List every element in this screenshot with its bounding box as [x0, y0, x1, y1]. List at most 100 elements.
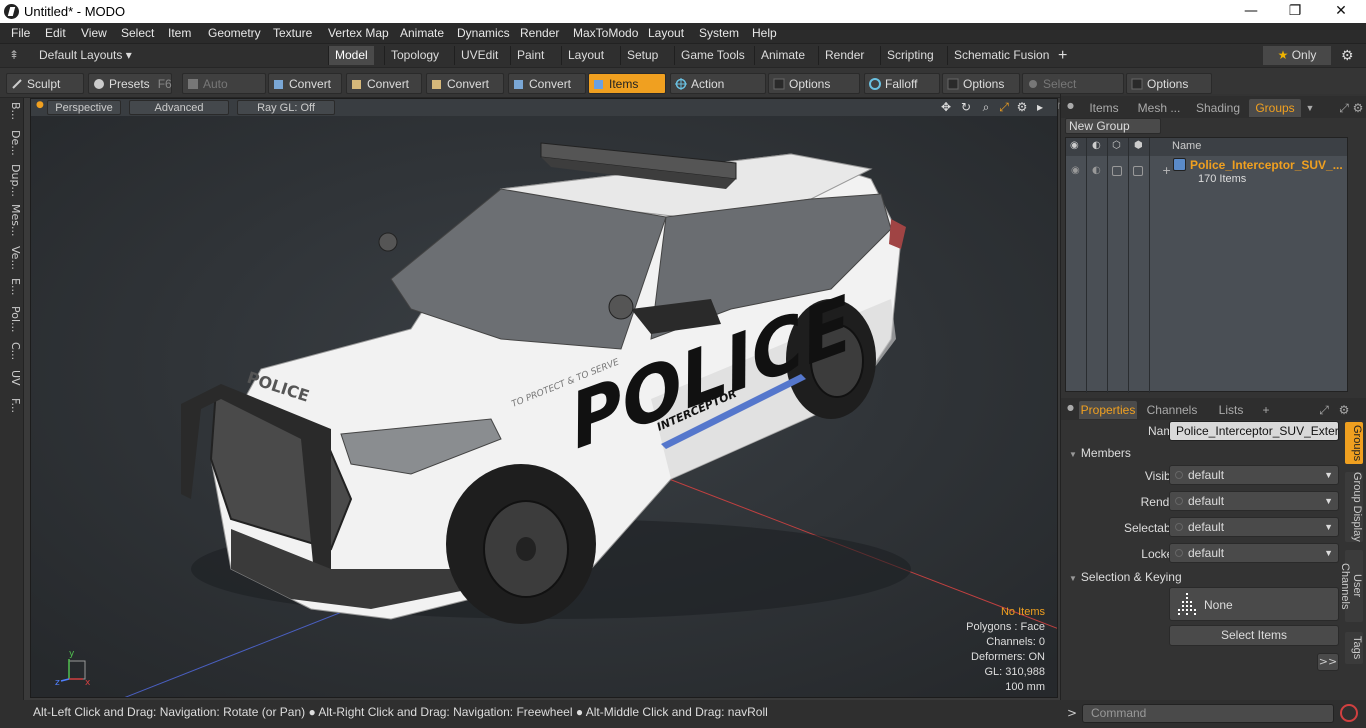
view-type-button[interactable]: Perspective [47, 100, 121, 115]
shading-advanced-button[interactable]: Advanced [129, 100, 229, 115]
group-name-field[interactable]: Police_Interceptor_SUV_Exterior [1169, 421, 1339, 441]
group-row[interactable]: ◉ ◐ + Police_Interceptor_SUV_... 170 Ite… [1066, 156, 1349, 188]
default-layouts-dropdown[interactable]: Default Layouts ▾ [39, 47, 132, 64]
tab-game-tools[interactable]: Game Tools [674, 46, 751, 65]
menu-view[interactable]: View [81, 26, 107, 40]
menu-geometry[interactable]: Geometry [208, 26, 261, 40]
3d-viewport[interactable]: POLICE POLICE TO PROTECT & TO SERVE INTE… [30, 98, 1058, 698]
left-tab-deform[interactable]: De... [2, 130, 22, 156]
left-tab-edge[interactable]: E... [2, 278, 22, 295]
locked-dropdown[interactable]: default ▼ [1169, 543, 1339, 563]
menu-texture[interactable]: Texture [273, 26, 312, 40]
menu-system[interactable]: System [699, 26, 739, 40]
menu-edit[interactable]: Edit [45, 26, 66, 40]
layout-settings-gear-icon[interactable]: ⚙ [1341, 47, 1354, 64]
tab-shading[interactable]: Shading [1191, 99, 1245, 117]
groups-expand-icon[interactable]: ⤢ [1337, 99, 1351, 117]
groups-list[interactable]: ◉ ◐ ⬡ ⬢ Name ◉ ◐ + Police_Interceptor_SU… [1065, 137, 1349, 393]
action-center-button[interactable]: Action Center [670, 73, 766, 112]
convert-button-3[interactable]: Convert [426, 73, 504, 94]
options-button-3[interactable]: Options [1126, 73, 1212, 94]
members-section[interactable]: Members [1069, 446, 1131, 460]
tab-channels[interactable]: Channels [1145, 401, 1199, 419]
options-button-2[interactable]: Options [942, 73, 1020, 94]
options-button-1[interactable]: Options [768, 73, 860, 94]
group-name[interactable]: Police_Interceptor_SUV_... [1190, 158, 1343, 172]
left-tab-uv[interactable]: UV [2, 370, 22, 386]
left-tab-curve[interactable]: C... [2, 342, 22, 360]
viewport-settings-gear-icon[interactable]: ⚙ [1015, 100, 1029, 114]
tab-mesh[interactable]: Mesh ... [1129, 99, 1189, 117]
pan-move-icon[interactable]: ✥ [939, 100, 953, 114]
left-tab-polygon[interactable]: Pol... [2, 306, 22, 333]
row-lock-checkbox[interactable] [1133, 166, 1143, 176]
vtab-tags[interactable]: Tags [1345, 632, 1363, 664]
select-none-button[interactable]: None [1169, 587, 1339, 621]
properties-add-tab-button[interactable]: + [1259, 401, 1273, 419]
fit-view-icon[interactable]: ⤢ [997, 100, 1011, 114]
tab-animate[interactable]: Animate [754, 46, 811, 65]
select-cube-icon[interactable]: ⬡ [1112, 140, 1121, 151]
expand-plus-icon[interactable]: + [1162, 164, 1171, 177]
selection-keying-section[interactable]: Selection & Keying [1069, 570, 1182, 584]
items-button[interactable]: Items [588, 73, 666, 94]
menu-maxtomodo[interactable]: MaxToModo [573, 26, 638, 40]
menu-select[interactable]: Select [121, 26, 154, 40]
vtab-groups[interactable]: Groups [1345, 422, 1363, 464]
left-tab-duplicate[interactable]: Dup... [2, 164, 22, 197]
left-tab-fusion[interactable]: F... [2, 398, 22, 413]
row-visibility-eye-icon[interactable]: ◉ [1071, 165, 1080, 176]
select-items-button[interactable]: Select Items [1169, 625, 1339, 646]
tab-uvedit[interactable]: UVEdit [454, 46, 504, 65]
menu-help[interactable]: Help [752, 26, 777, 40]
tab-scripting[interactable]: Scripting [880, 46, 940, 65]
minimize-button[interactable]: — [1228, 0, 1274, 23]
convert-button-4[interactable]: Convert [508, 73, 586, 94]
viewport-expand-arrow-icon[interactable]: ▸ [1033, 100, 1047, 114]
groups-dropdown-arrow-icon[interactable]: ▼ [1303, 99, 1317, 117]
menu-animate[interactable]: Animate [400, 26, 444, 40]
record-button-icon[interactable] [1340, 704, 1358, 722]
groups-settings-gear-icon[interactable]: ⚙ [1351, 99, 1365, 117]
left-tab-basic[interactable]: B... [2, 102, 22, 120]
convert-button-2[interactable]: Convert [346, 73, 422, 94]
viewport-menu-dot-icon[interactable]: ● [36, 100, 44, 110]
lock-cube-icon[interactable]: ⬢ [1134, 140, 1143, 151]
tab-groups[interactable]: Groups [1249, 99, 1301, 117]
menu-item[interactable]: Item [168, 26, 191, 40]
properties-settings-gear-icon[interactable]: ⚙ [1337, 401, 1351, 419]
new-group-button[interactable]: New Group [1065, 118, 1161, 134]
vtab-user-channels[interactable]: User Channels [1339, 550, 1363, 622]
visibility-eye-icon[interactable]: ◉ [1070, 140, 1079, 151]
tab-topology[interactable]: Topology [384, 46, 445, 65]
layout-pin-icon[interactable]: ⇞ [9, 47, 19, 64]
add-tab-button[interactable]: + [1052, 46, 1073, 65]
render-icon[interactable]: ◐ [1092, 140, 1101, 151]
more-button[interactable]: >> [1317, 653, 1339, 671]
tab-schematic-fusion[interactable]: Schematic Fusion [947, 46, 1055, 65]
tab-render[interactable]: Render [818, 46, 870, 65]
row-render-icon[interactable]: ◐ [1092, 165, 1101, 176]
convert-button-1[interactable]: Convert [268, 73, 342, 94]
only-toggle[interactable]: ★ Only [1263, 46, 1331, 65]
menu-dynamics[interactable]: Dynamics [457, 26, 510, 40]
row-select-checkbox[interactable] [1112, 166, 1122, 176]
tab-setup[interactable]: Setup [620, 46, 664, 65]
raygl-button[interactable]: Ray GL: Off [237, 100, 335, 115]
falloff-button[interactable]: Falloff [864, 73, 940, 94]
maximize-button[interactable]: ❐ [1272, 0, 1318, 23]
tab-paint[interactable]: Paint [510, 46, 550, 65]
visible-dropdown[interactable]: default ▼ [1169, 465, 1339, 485]
tab-layout[interactable]: Layout [561, 46, 610, 65]
render-dropdown[interactable]: default ▼ [1169, 491, 1339, 511]
properties-expand-icon[interactable]: ⤢ [1317, 401, 1331, 419]
sculpt-button[interactable]: Sculpt [6, 73, 84, 94]
select-through-button[interactable]: Select Through [1022, 73, 1124, 112]
left-tab-vertex[interactable]: Ve... [2, 246, 22, 270]
menu-vertex-map[interactable]: Vertex Map [328, 26, 389, 40]
tab-model[interactable]: Model [328, 46, 374, 65]
rotate-view-icon[interactable]: ↻ [959, 100, 973, 114]
menu-render[interactable]: Render [520, 26, 559, 40]
tab-lists[interactable]: Lists [1211, 401, 1251, 419]
vtab-group-display[interactable]: Group Display [1345, 472, 1363, 542]
